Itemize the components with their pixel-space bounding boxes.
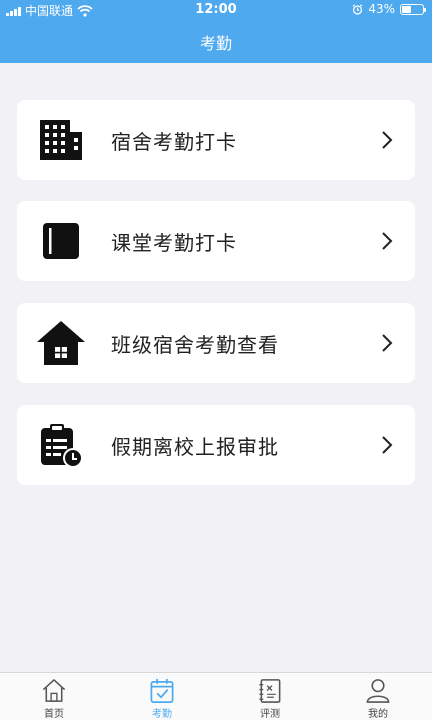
chevron-right-icon — [382, 131, 393, 149]
chevron-right-icon — [382, 334, 393, 352]
menu-item-label: 宿舍考勤打卡 — [111, 129, 237, 154]
menu-item-label: 假期离校上报审批 — [111, 434, 279, 459]
notebook-icon — [259, 679, 281, 703]
chevron-right-icon — [382, 436, 393, 454]
alarm-icon — [352, 3, 363, 15]
tab-evaluation[interactable]: 评测 — [216, 673, 324, 720]
tab-label: 我的 — [368, 709, 388, 720]
menu-item-class-checkin[interactable]: 课堂考勤打卡 — [17, 201, 415, 281]
menu-item-leave-approval[interactable]: 假期离校上报审批 — [17, 405, 415, 485]
tab-mine[interactable]: 我的 — [324, 673, 432, 720]
status-right: 43% — [352, 2, 426, 16]
menu-item-class-dorm-view[interactable]: 班级宿舍考勤查看 — [17, 303, 415, 383]
tab-home[interactable]: 首页 — [0, 673, 108, 720]
house-icon — [37, 321, 85, 365]
clipboard-clock-icon — [41, 424, 83, 468]
menu-item-dorm-checkin[interactable]: 宿舍考勤打卡 — [17, 100, 415, 180]
menu-item-label: 班级宿舍考勤查看 — [111, 332, 279, 357]
tab-attendance[interactable]: 考勤 — [108, 673, 216, 720]
menu-item-label: 课堂考勤打卡 — [111, 230, 237, 255]
page-title: 考勤 — [199, 33, 232, 53]
tab-label: 考勤 — [152, 709, 172, 720]
nav-bar: 考勤 — [0, 20, 432, 63]
home-icon — [42, 679, 66, 702]
building-icon — [40, 120, 82, 160]
tab-bar: 首页 考勤 评测 我的 — [0, 672, 432, 720]
battery-fill — [402, 5, 411, 13]
chevron-right-icon — [382, 232, 393, 250]
calendar-check-icon — [150, 678, 174, 703]
battery-icon — [400, 3, 426, 15]
user-icon — [366, 679, 390, 703]
book-icon — [43, 223, 79, 259]
status-bar: 中国联通 12:00 43% — [0, 0, 432, 20]
tab-label: 首页 — [44, 709, 64, 720]
tab-label: 评测 — [260, 709, 280, 720]
battery-percent: 43% — [368, 2, 395, 16]
